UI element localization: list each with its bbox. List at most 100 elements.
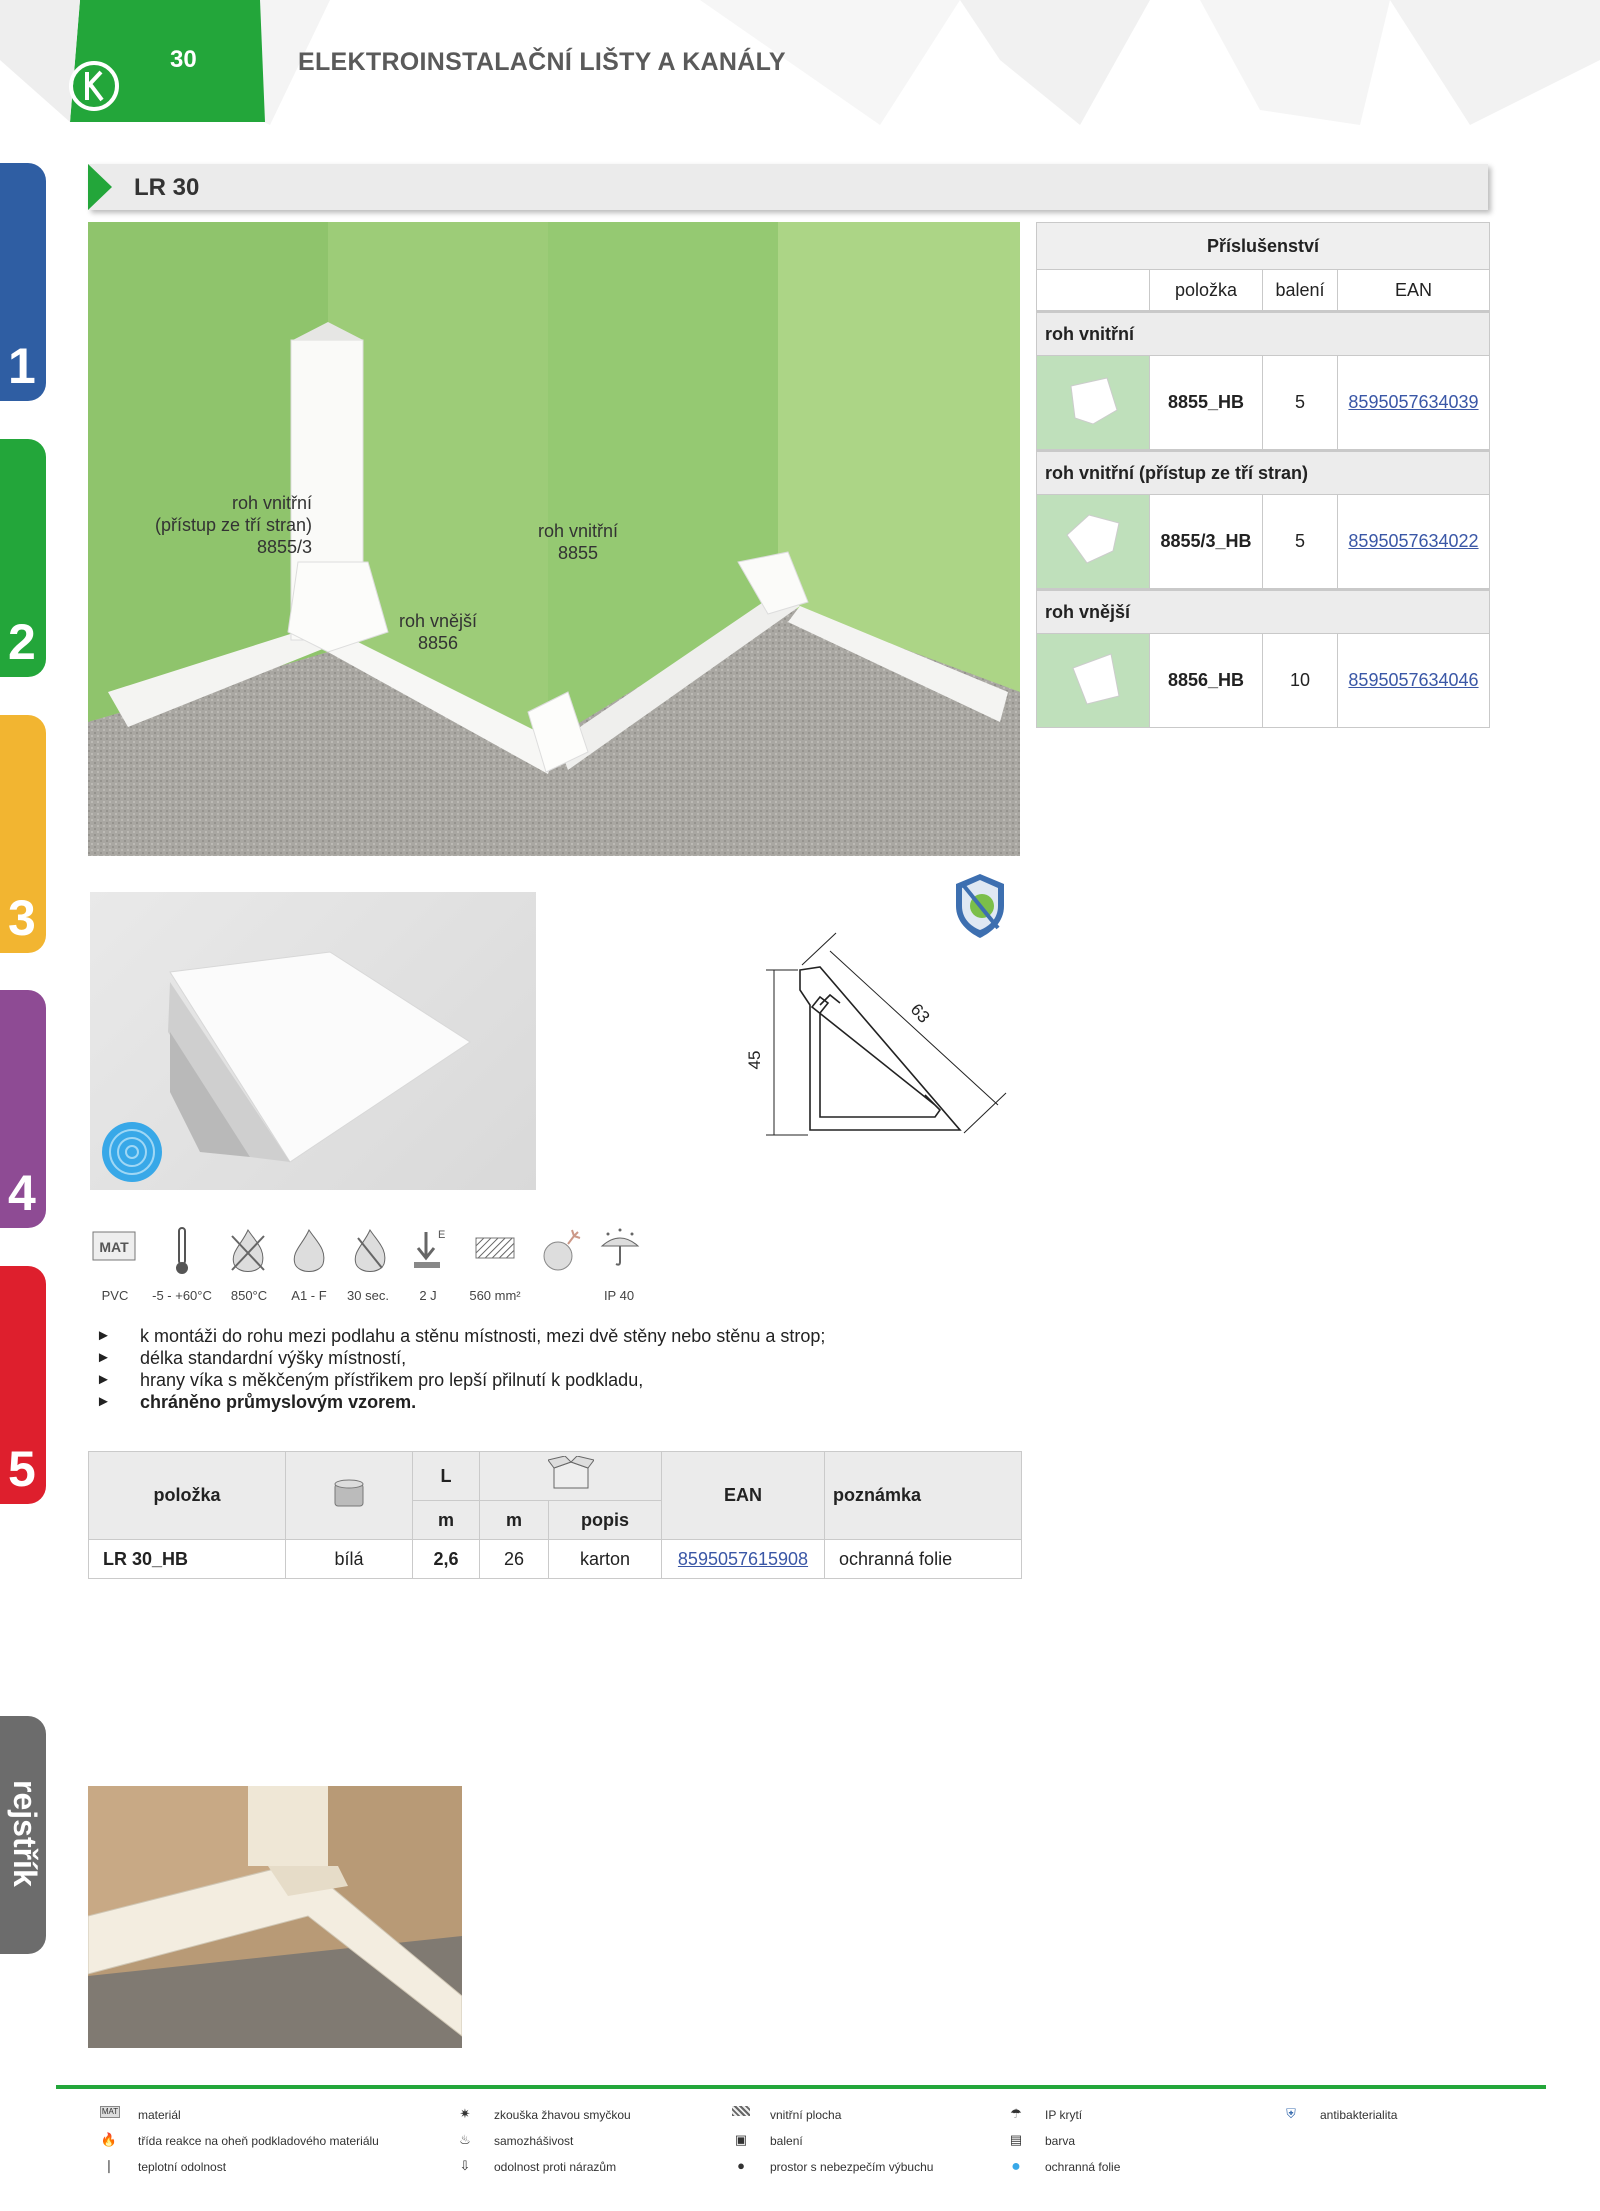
section-title: LR 30 [134, 174, 200, 201]
self-extinguish-icon [348, 1226, 392, 1281]
index-tab-label: rejstřík [7, 1780, 43, 1887]
label-outer-corner: roh vnější 8856 [398, 611, 478, 653]
list-item: k montáži do rohu mezi podlahu a stěnu m… [96, 1325, 825, 1347]
chapter-tab-4[interactable]: 4 [0, 990, 46, 1228]
impact-icon: E [410, 1226, 450, 1281]
ean-link[interactable]: 8595057634039 [1337, 355, 1490, 451]
flame-icon [287, 1226, 331, 1281]
chapter-tab-label: 2 [8, 614, 36, 670]
chapter-tab-1[interactable]: 1 [0, 163, 46, 401]
group-name: roh vnitřní (přístup ze tří stran) [1036, 449, 1490, 495]
item-code: 8856_HB [1149, 633, 1263, 728]
ean-link[interactable]: 8595057634046 [1337, 633, 1490, 728]
chapter-tab-2[interactable]: 2 [0, 439, 46, 677]
list-item: délka standardní výšky místností, [96, 1347, 825, 1369]
list-item: chráněno průmyslovým vzorem. [96, 1391, 825, 1413]
product-photo-channel [90, 892, 536, 1190]
shield-icon: ⛨ [1286, 2106, 1296, 2121]
ean-link[interactable]: 8595057615908 [661, 1539, 825, 1579]
col-note: poznámka [824, 1451, 1022, 1540]
list-item: hrany víka s měkčeným přístřikem pro lep… [96, 1369, 825, 1391]
page-number: 30 [170, 46, 197, 73]
explosion-icon: ● [737, 2158, 745, 2173]
corner-thumbnail [1036, 355, 1150, 451]
col-popis: popis [548, 1500, 662, 1540]
pack-qty: 10 [1262, 633, 1338, 728]
product-table: položka L EAN poznámka m m popis LR 30_H… [88, 1451, 1022, 1579]
mat-icon: MAT [92, 1226, 138, 1271]
height-dimension: 45 [745, 1051, 764, 1070]
pack-qty: 5 [1262, 355, 1338, 451]
table-row: LR 30_HB bílá 2,6 26 karton 859505761590… [88, 1539, 1022, 1579]
svg-text:MAT: MAT [99, 1239, 129, 1255]
accessories-title: Příslušenství [1036, 222, 1490, 270]
svg-text:E: E [438, 1229, 445, 1241]
group-name: roh vnitřní [1036, 310, 1490, 356]
section-arrow-icon [88, 164, 112, 210]
col-ean: EAN [1337, 269, 1490, 312]
chapter-tab-label: 3 [8, 890, 36, 946]
col-m: m [412, 1500, 480, 1540]
property-caption: 2 J [419, 1288, 437, 1303]
width-dimension: 63 [907, 1000, 934, 1027]
item-code: 8855_HB [1149, 355, 1263, 451]
logo-icon [69, 61, 119, 111]
page-title: ELEKTROINSTALAČNÍ LIŠTY A KANÁLY [298, 48, 786, 76]
chapter-tab-3[interactable]: 3 [0, 715, 46, 953]
chapter-tab-label: 1 [8, 338, 36, 394]
explosion-icon [538, 1226, 582, 1281]
flame-icon: 🔥 [100, 2132, 118, 2147]
col-item: položka [88, 1451, 286, 1540]
pack-meters: 26 [479, 1539, 549, 1579]
feature-list: k montáži do rohu mezi podlahu a stěnu m… [96, 1325, 825, 1413]
table-row: 8855_HB 5 8595057634039 [1036, 355, 1490, 451]
chapter-tab-5[interactable]: 5 [0, 1266, 46, 1504]
package-icon [479, 1451, 662, 1501]
mat-icon: MAT [100, 2106, 120, 2118]
area-icon [474, 1226, 518, 1271]
col-ean: EAN [661, 1451, 825, 1540]
item-code: 8855/3_HB [1149, 494, 1263, 590]
thermometer-icon: ❘ [103, 2158, 115, 2173]
ip-icon: ☂ [1010, 2106, 1022, 2121]
corner-thumbnail [1036, 494, 1150, 590]
pack-type: karton [548, 1539, 662, 1579]
label-inner-corner-3way: roh vnitřní (přístup ze tří stran) 8855/… [154, 493, 312, 557]
glow-wire-icon: ✷ [459, 2106, 471, 2121]
group-name: roh vnější [1036, 588, 1490, 634]
header-background [0, 0, 1600, 125]
profile-drawing: 45 63 [745, 932, 1007, 1136]
product-photo-main: roh vnitřní (přístup ze tří stran) 8855/… [88, 222, 1020, 856]
note-value: ochranná folie [824, 1539, 1022, 1579]
footer-divider [56, 2085, 1546, 2089]
section-bar [88, 164, 1488, 210]
package-icon: ▣ [734, 2132, 748, 2147]
thermometer-icon [170, 1226, 194, 1281]
table-row: 8856_HB 10 8595057634046 [1036, 633, 1490, 728]
ip-icon [598, 1226, 642, 1281]
table-row: 8855/3_HB 5 8595057634022 [1036, 494, 1490, 590]
film-icon: ● [1011, 2158, 1021, 2175]
corner-thumbnail [1036, 633, 1150, 728]
label-inner-corner: roh vnitřní 8855 [537, 521, 619, 563]
impact-icon: ⇩ [459, 2158, 471, 2173]
color-value: bílá [285, 1539, 413, 1579]
property-caption: -5 - +60°C [152, 1288, 212, 1303]
property-caption: PVC [101, 1288, 129, 1303]
property-caption: 560 mm² [469, 1288, 521, 1303]
col-m-pack: m [479, 1500, 549, 1540]
property-caption: IP 40 [603, 1288, 635, 1303]
accessories-table: Příslušenství položka balení EAN roh vni… [1036, 222, 1490, 728]
paint-icon: ▤ [1009, 2132, 1023, 2147]
pack-qty: 5 [1262, 494, 1338, 590]
chapter-tab-label: 4 [8, 1165, 36, 1221]
length-value: 2,6 [412, 1539, 480, 1579]
col-item: položka [1149, 269, 1263, 312]
area-icon [732, 2106, 750, 2116]
ean-link[interactable]: 8595057634022 [1337, 494, 1490, 590]
item-code: LR 30_HB [88, 1539, 286, 1579]
product-photo-installed [88, 1786, 462, 2048]
col-pack: balení [1262, 269, 1338, 312]
col-L: L [412, 1451, 480, 1501]
chapter-tab-label: 5 [8, 1441, 36, 1497]
